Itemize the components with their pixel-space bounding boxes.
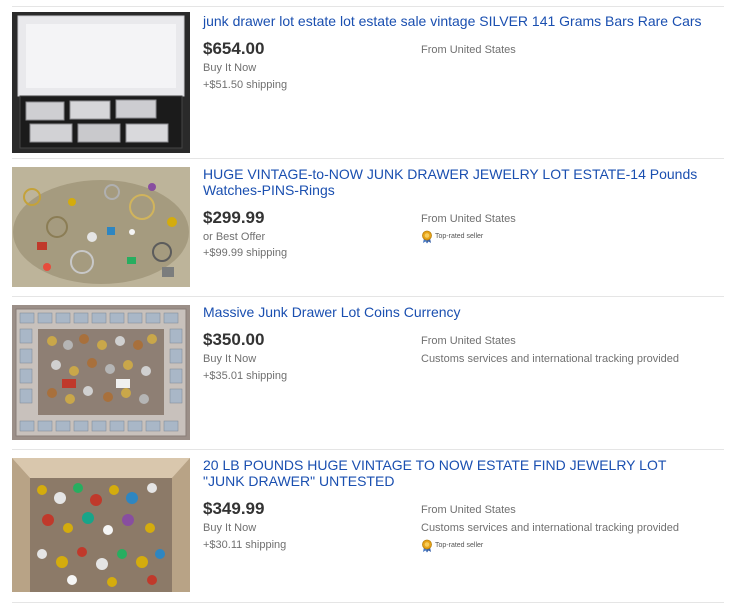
listing-shipping: +$35.01 shipping — [203, 370, 288, 382]
listing-customs-note: Customs services and international track… — [421, 522, 680, 534]
listing-item: HUGE VINTAGE-to-NOW JUNK DRAWER JEWELRY … — [0, 158, 736, 296]
listing-thumbnail[interactable] — [12, 458, 190, 592]
coin-collection-photo — [12, 305, 190, 440]
top-rated-label: Top-rated seller — [435, 233, 484, 240]
listing-title[interactable]: HUGE VINTAGE-to-NOW JUNK DRAWER JEWELRY … — [203, 166, 708, 198]
jewelry-box-photo — [12, 458, 190, 592]
listing-title[interactable]: junk drawer lot estate lot estate sale v… — [203, 13, 708, 29]
listing-item: junk drawer lot estate lot estate sale v… — [0, 6, 736, 158]
top-rated-label: Top-rated seller — [435, 542, 484, 549]
top-rated-seller-badge: Top-rated seller — [421, 230, 483, 244]
listing-title[interactable]: Massive Junk Drawer Lot Coins Currency — [203, 304, 708, 320]
listing-price: $299.99 — [203, 208, 265, 227]
divider — [12, 602, 724, 603]
listing-thumbnail[interactable] — [12, 167, 190, 287]
listing-format: or Best Offer — [203, 231, 266, 243]
top-rated-medal-icon — [421, 230, 433, 244]
listing-location: From United States — [421, 213, 516, 225]
listing-format: Buy It Now — [203, 353, 257, 365]
silver-bars-photo — [12, 12, 190, 153]
jewelry-pile-photo — [12, 167, 190, 287]
search-results-list: junk drawer lot estate lot estate sale v… — [0, 0, 736, 607]
listing-location: From United States — [421, 335, 516, 347]
listing-price: $349.99 — [203, 499, 265, 518]
listing-price: $654.00 — [203, 39, 265, 58]
listing-price: $350.00 — [203, 330, 265, 349]
listing-shipping: +$51.50 shipping — [203, 79, 288, 91]
listing-customs-note: Customs services and international track… — [421, 353, 680, 365]
listing-item: 20 LB POUNDS HUGE VINTAGE TO NOW ESTATE … — [0, 449, 736, 602]
top-rated-seller-badge: Top-rated seller — [421, 539, 483, 553]
listing-title[interactable]: 20 LB POUNDS HUGE VINTAGE TO NOW ESTATE … — [203, 457, 708, 489]
listing-thumbnail[interactable] — [12, 305, 190, 440]
listing-shipping: +$30.11 shipping — [203, 539, 287, 551]
listing-location: From United States — [421, 504, 516, 516]
top-rated-medal-icon — [421, 539, 433, 553]
listing-shipping: +$99.99 shipping — [203, 247, 288, 259]
listing-format: Buy It Now — [203, 62, 257, 74]
listing-format: Buy It Now — [203, 522, 257, 534]
listing-item: Massive Junk Drawer Lot Coins Currency $… — [0, 296, 736, 449]
listing-thumbnail[interactable] — [12, 12, 190, 153]
listing-location: From United States — [421, 44, 516, 56]
